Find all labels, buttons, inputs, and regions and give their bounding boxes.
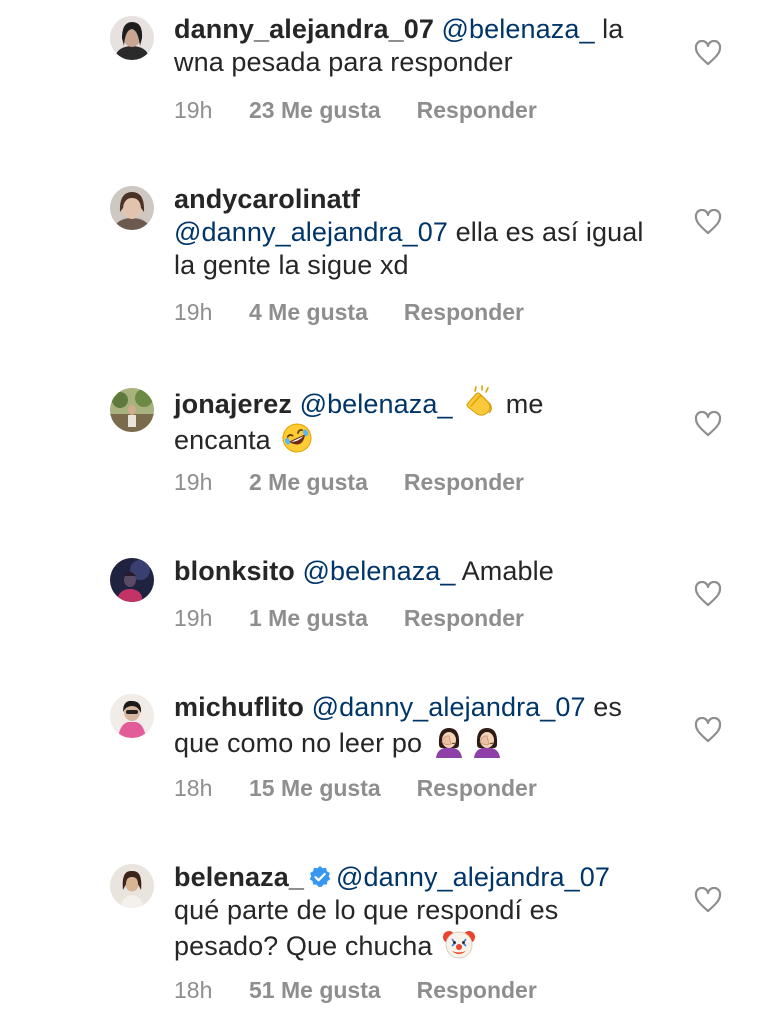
- comment-time: 19h: [174, 605, 213, 631]
- avatar[interactable]: [110, 864, 154, 908]
- comment-text: belenaza_ @danny_alejandra_07 qué parte d…: [174, 861, 644, 963]
- comment-meta: 19h 4 Me gusta Responder: [174, 299, 524, 326]
- clapping-hands-emoji: [462, 385, 496, 419]
- comment-likes[interactable]: 23 Me gusta: [249, 97, 381, 124]
- comment-text: blonksito @belenaza_ Amable: [174, 555, 644, 588]
- avatar[interactable]: [110, 186, 154, 230]
- avatar[interactable]: [110, 16, 154, 60]
- comment-body: qué parte de lo que respondí es pesado? …: [174, 895, 559, 961]
- comment-meta: 19h 1 Me gusta Responder: [174, 605, 524, 632]
- comment-username[interactable]: michuflito: [174, 692, 304, 722]
- comment-time: 19h: [174, 299, 213, 325]
- avatar[interactable]: [110, 694, 154, 738]
- comment-time: 18h: [174, 775, 213, 801]
- comment-time: 19h: [174, 469, 213, 495]
- reply-button[interactable]: Responder: [404, 605, 524, 632]
- reply-button[interactable]: Responder: [417, 977, 537, 1004]
- comment-username[interactable]: andycarolinatf: [174, 184, 360, 214]
- comment-text: jonajerez @belenaza_ me encanta: [174, 385, 644, 457]
- comment-username[interactable]: jonajerez: [174, 389, 292, 419]
- comment-mention[interactable]: @danny_alejandra_07: [312, 692, 586, 722]
- heart-icon[interactable]: [694, 581, 722, 607]
- verified-badge-icon: [308, 865, 332, 889]
- comment-meta: 19h 2 Me gusta Responder: [174, 469, 524, 496]
- heart-icon[interactable]: [694, 887, 722, 913]
- heart-icon[interactable]: [694, 411, 722, 437]
- comment-text: danny_alejandra_07 @belenaza_ la wna pes…: [174, 13, 644, 79]
- comment-username[interactable]: danny_alejandra_07: [174, 14, 434, 44]
- comment-time: 19h: [174, 97, 213, 123]
- comment-mention[interactable]: @danny_alejandra_07: [336, 862, 610, 892]
- reply-button[interactable]: Responder: [404, 299, 524, 326]
- comment-mention[interactable]: @danny_alejandra_07: [174, 217, 448, 247]
- woman-facepalming-emoji: [470, 724, 504, 758]
- comment-likes[interactable]: 51 Me gusta: [249, 977, 381, 1004]
- avatar[interactable]: [110, 558, 154, 602]
- reply-button[interactable]: Responder: [404, 469, 524, 496]
- comment-text: andycarolinatf @danny_alejandra_07 ella …: [174, 183, 644, 282]
- reply-button[interactable]: Responder: [417, 97, 537, 124]
- woman-facepalming-emoji: [432, 724, 466, 758]
- comment-likes[interactable]: 4 Me gusta: [249, 299, 368, 326]
- heart-icon[interactable]: [694, 209, 722, 235]
- comment-mention[interactable]: @belenaza_: [442, 14, 595, 44]
- comment-username[interactable]: belenaza_: [174, 862, 304, 892]
- reply-button[interactable]: Responder: [417, 775, 537, 802]
- comment-mention[interactable]: @belenaza_: [300, 389, 453, 419]
- heart-icon[interactable]: [694, 40, 722, 66]
- heart-icon[interactable]: [694, 717, 722, 743]
- comment-likes[interactable]: 15 Me gusta: [249, 775, 381, 802]
- avatar[interactable]: [110, 388, 154, 432]
- comment-username[interactable]: blonksito: [174, 556, 295, 586]
- comment-meta: 19h 23 Me gusta Responder: [174, 97, 537, 124]
- comment-likes[interactable]: 2 Me gusta: [249, 469, 368, 496]
- comment-text: michuflito @danny_alejandra_07 es que co…: [174, 691, 644, 760]
- rolling-on-floor-laughing-emoji: [280, 421, 314, 455]
- comment-mention[interactable]: @belenaza_: [303, 556, 456, 586]
- comment-body: Amable: [455, 556, 554, 586]
- comment-time: 18h: [174, 977, 213, 1003]
- comment-likes[interactable]: 1 Me gusta: [249, 605, 368, 632]
- clown-face-emoji: [442, 927, 476, 961]
- comment-meta: 18h 51 Me gusta Responder: [174, 977, 537, 1004]
- comment-meta: 18h 15 Me gusta Responder: [174, 775, 537, 802]
